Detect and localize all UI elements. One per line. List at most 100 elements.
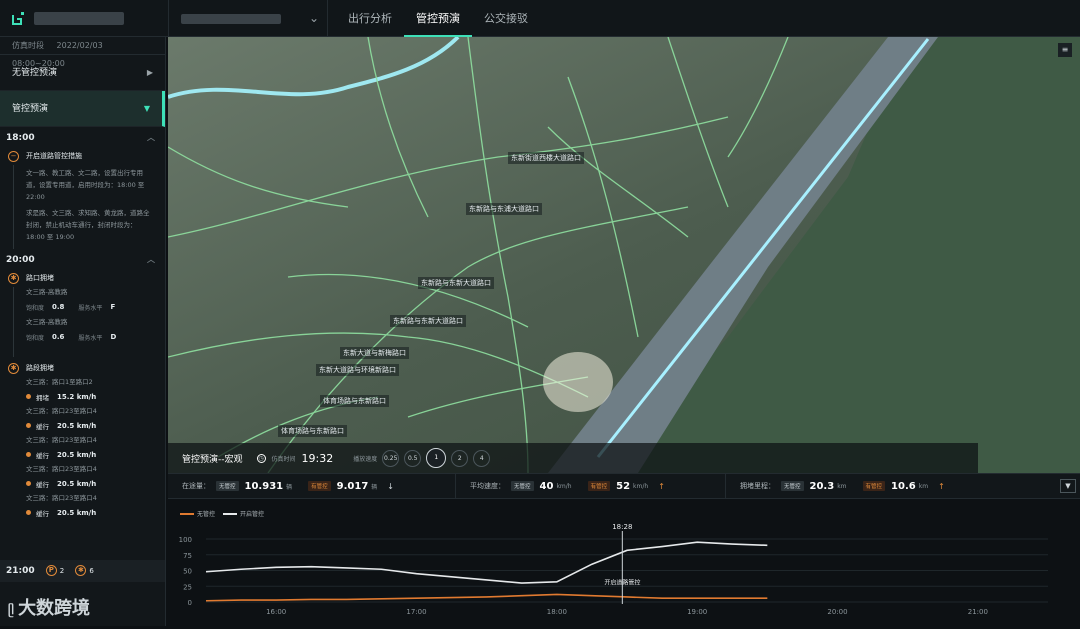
y-tick-label: 75 (183, 552, 192, 560)
y-tick-label: 100 (179, 536, 192, 544)
app-logo-icon (12, 12, 24, 25)
tag-no-control: 无管控 (511, 481, 534, 491)
watermark: ᥫ 大数跨境 (8, 598, 91, 619)
tag-no-control: 无管控 (216, 481, 239, 491)
stats-bar: 在途量： 无管控 10.931 辆 有管控 9.017 辆 ↓ 平均速度： 无管控 … (168, 473, 1080, 499)
playback-bar: 管控预演--宏观 ◷ 仿真时间 19:32 播放速度 0.25 0.5 1 2 … (168, 443, 978, 473)
x-tick-label: 21:00 (968, 608, 988, 616)
top-bar: ⌄ 出行分析 管控预演 公交接驳 (0, 0, 1080, 37)
map-layers-icon[interactable]: ≡ (1058, 43, 1072, 57)
road-segment-name[interactable]: 文三路：路口23至路口4 (26, 404, 155, 418)
legend-swatch-series-1 (223, 512, 238, 515)
junction-name: 文三路-高教路 (26, 318, 68, 326)
trend-up-icon: ↑ (938, 481, 945, 491)
map-label: 东新路与东浦大道路口 (466, 203, 542, 215)
tag-with-control: 有管控 (587, 481, 611, 491)
tab-trip-analysis[interactable]: 出行分析 (336, 0, 404, 37)
speed-button-1[interactable]: 1 (426, 448, 447, 468)
main-tabs: 出行分析 管控预演 公交接驳 (336, 0, 540, 37)
line-chart: 无管控 开启管控 0 25 50 75 100 16:00 17:00 18:00 19:00 2… (168, 499, 1080, 626)
tab-bus-connection[interactable]: 公交接驳 (472, 0, 540, 37)
event-desc: 文一路、教工路、文二路，设置出行专用道，设置专用道，启用时段为：18:00 至 … (26, 169, 145, 201)
tag-with-control: 有管控 (862, 481, 886, 491)
timeline-time[interactable]: 18:00 ︿ (0, 127, 165, 149)
timeline-time-collapsed[interactable]: 21:00 P2 ✱ 6 (0, 560, 165, 582)
junction-metrics: 饱和度 0.8 服务水平 F (26, 303, 116, 312)
map-label: 东新路与东新大道路口 (418, 277, 494, 289)
event-desc: 求是路、文三路、求知路、黄龙路，道路全封闭，禁止机动车通行，封闭时段为：18:0… (26, 209, 150, 241)
event-title: 开启道路管控措施 (26, 152, 82, 160)
playback-title: 管控预演--宏观 (182, 454, 243, 465)
chevron-up-icon: ︿ (147, 133, 155, 142)
y-tick-label: 25 (183, 583, 192, 591)
status-dot (26, 394, 31, 399)
stat-volume: 在途量： 无管控 10.931 辆 有管控 9.017 辆 ↓ (168, 473, 456, 499)
chart-svg: 0 25 50 75 100 16:00 17:00 18:00 19:00 20:00 21:00… (179, 523, 1048, 616)
speed-button-4[interactable]: 4 (473, 449, 491, 467)
road-speed: 缓行 20.5 km/h (26, 476, 155, 491)
chevron-down-icon: ▼ (143, 104, 150, 113)
sim-current-time: 19:32 (301, 451, 334, 465)
trend-down-icon: ↓ (387, 481, 394, 491)
clock-icon: ◷ (256, 453, 266, 463)
road-segment-name[interactable]: 文三路：路口23至路口4 (26, 491, 155, 505)
watermark-logo-icon: ᥫ (8, 603, 15, 617)
trend-up-icon: ↑ (658, 481, 665, 491)
y-tick-label: 0 (188, 599, 192, 607)
status-dot (26, 510, 31, 515)
brand-name-blurred (34, 12, 124, 25)
map-terrain (168, 37, 1080, 473)
junction-metrics: 饱和度 0.6 服务水平 D (26, 333, 117, 342)
legend-label-series-1: 开启管控 (240, 511, 265, 518)
satellite-map[interactable]: 东新街道西楼大道路口 东新路与东浦大道路口 东新路与东新大道路口 东新路与东新大… (168, 37, 1080, 473)
x-tick-label: 16:00 (266, 608, 286, 616)
timeline-time[interactable]: 20:00 ︿ (0, 249, 165, 271)
series-line-1 (205, 541, 768, 584)
map-label: 东新街道西楼大道路口 (508, 152, 584, 164)
timeline-line (13, 165, 14, 249)
map-label: 体育场路与东新路口 (320, 395, 389, 407)
sidebar: 仿真时段 2022/02/03 08:00~20:00 无管控预演 ▶ 管控预演… (0, 37, 166, 626)
road-jam-icon: ✱ (8, 363, 19, 374)
speed-button-0.5[interactable]: 0.5 (404, 449, 422, 467)
section-label: 无管控预演 (12, 68, 58, 78)
road-segment-name[interactable]: 文三路：路口23至路口4 (26, 462, 155, 476)
section-control[interactable]: 管控预演 ▼ (0, 91, 165, 127)
map-label: 东新大道与新梅路口 (340, 347, 409, 359)
timeline-event-road: ✱ 路段拥堵 文三路：路口1至路口2 拥堵 15.2 km/h 文三路：路口23至… (0, 361, 165, 551)
chevron-down-icon: ⌄ (308, 11, 319, 25)
status-dot (26, 481, 31, 486)
junction-jam-icon: ✱ (8, 273, 19, 284)
tag-no-control: 无管控 (781, 481, 804, 491)
chevron-right-icon: ▶ (146, 68, 153, 77)
timeline-line (13, 287, 14, 357)
speed-button-0.25[interactable]: 0.25 (382, 449, 400, 467)
road-speed: 拥堵 15.2 km/h (26, 389, 155, 404)
road-segment-name[interactable]: 文三路：路口23至路口4 (26, 433, 155, 447)
road-speed: 缓行 20.5 km/h (26, 505, 155, 520)
speed-button-2[interactable]: 2 (451, 449, 469, 467)
event-title: 路段拥堵 (26, 364, 54, 372)
jam-count-icon: ✱ (75, 565, 87, 576)
x-tick-label: 20:00 (827, 608, 847, 616)
chart-legend: 无管控 开启管控 (172, 509, 264, 518)
timeline-event-junction: ✱ 路口拥堵 文三路-高教路 饱和度 0.8 服务水平 F 文三路-高教路 饱和度 0… (0, 271, 165, 357)
tab-control-preview[interactable]: 管控预演 (404, 0, 472, 37)
annotation-time: 18:28 (612, 523, 632, 531)
road-speed: 缓行 20.5 km/h (26, 447, 155, 462)
sim-time-label: 仿真时间 (271, 455, 296, 463)
map-label: 东新路与东新大道路口 (390, 315, 466, 327)
status-dot (26, 423, 31, 428)
section-label: 管控预演 (12, 104, 49, 114)
stat-congestion: 拥堵里程： 无管控 20.3 km 有管控 10.6 km ↑ (740, 480, 945, 492)
section-no-control[interactable]: 无管控预演 ▶ (0, 55, 165, 91)
series-line-0 (205, 593, 768, 602)
city-selector[interactable]: ⌄ (168, 0, 328, 37)
road-segment-name[interactable]: 文三路：路口1至路口2 (26, 375, 155, 389)
control-count-icon: P (45, 565, 57, 576)
chevron-up-icon: ︿ (147, 255, 155, 264)
road-speed: 缓行 20.5 km/h (26, 418, 155, 433)
map-label: 东新大道路与环境新路口 (316, 364, 399, 376)
x-tick-label: 17:00 (406, 608, 426, 616)
collapse-toggle[interactable]: ▼ (1060, 479, 1076, 493)
